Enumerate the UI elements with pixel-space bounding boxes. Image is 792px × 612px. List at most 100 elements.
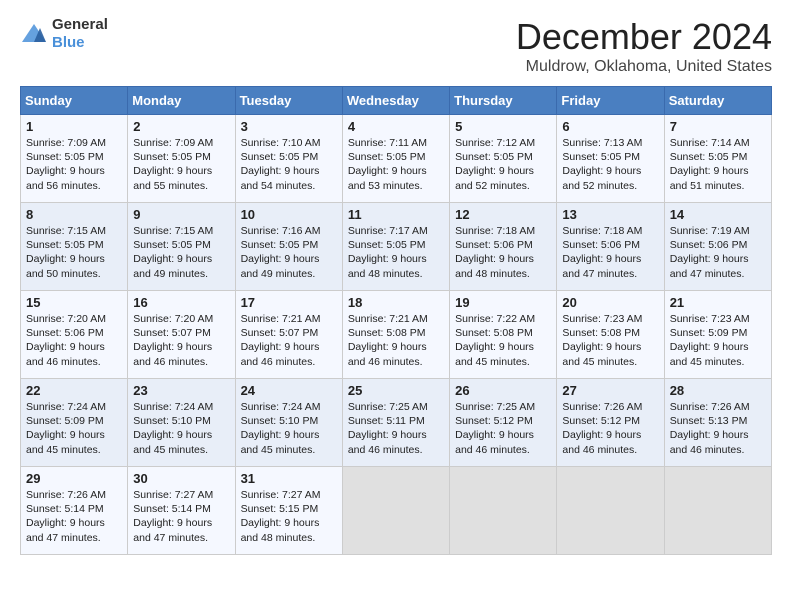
day-cell: 19Sunrise: 7:22 AMSunset: 5:08 PMDayligh… <box>450 291 557 379</box>
week-row-4: 22Sunrise: 7:24 AMSunset: 5:09 PMDayligh… <box>21 379 772 467</box>
day-info: Daylight: 9 hours and 46 minutes. <box>133 340 229 368</box>
day-info: Sunset: 5:05 PM <box>241 150 337 164</box>
header-row: SundayMondayTuesdayWednesdayThursdayFrid… <box>21 87 772 115</box>
day-info: Daylight: 9 hours and 48 minutes. <box>348 252 444 280</box>
day-number: 17 <box>241 295 337 310</box>
day-cell: 13Sunrise: 7:18 AMSunset: 5:06 PMDayligh… <box>557 203 664 291</box>
day-info: Daylight: 9 hours and 51 minutes. <box>670 164 766 192</box>
col-header-saturday: Saturday <box>664 87 771 115</box>
day-info: Sunrise: 7:13 AM <box>562 136 658 150</box>
day-info: Daylight: 9 hours and 53 minutes. <box>348 164 444 192</box>
day-number: 30 <box>133 471 229 486</box>
col-header-sunday: Sunday <box>21 87 128 115</box>
day-number: 24 <box>241 383 337 398</box>
day-number: 21 <box>670 295 766 310</box>
day-info: Sunrise: 7:17 AM <box>348 224 444 238</box>
day-info: Sunrise: 7:24 AM <box>241 400 337 414</box>
day-info: Sunset: 5:05 PM <box>241 238 337 252</box>
day-info: Sunset: 5:14 PM <box>133 502 229 516</box>
day-number: 27 <box>562 383 658 398</box>
day-info: Sunrise: 7:09 AM <box>26 136 122 150</box>
day-info: Daylight: 9 hours and 48 minutes. <box>455 252 551 280</box>
day-cell: 29Sunrise: 7:26 AMSunset: 5:14 PMDayligh… <box>21 467 128 555</box>
day-cell: 18Sunrise: 7:21 AMSunset: 5:08 PMDayligh… <box>342 291 449 379</box>
day-info: Sunrise: 7:10 AM <box>241 136 337 150</box>
day-number: 22 <box>26 383 122 398</box>
day-cell: 2Sunrise: 7:09 AMSunset: 5:05 PMDaylight… <box>128 115 235 203</box>
day-info: Sunrise: 7:24 AM <box>133 400 229 414</box>
day-info: Sunrise: 7:15 AM <box>26 224 122 238</box>
day-cell <box>342 467 449 555</box>
day-number: 7 <box>670 119 766 134</box>
logo-text: General Blue <box>52 16 108 52</box>
day-number: 5 <box>455 119 551 134</box>
day-number: 19 <box>455 295 551 310</box>
day-number: 29 <box>26 471 122 486</box>
header: General Blue December 2024 Muldrow, Okla… <box>20 16 772 76</box>
day-info: Sunrise: 7:25 AM <box>455 400 551 414</box>
day-info: Sunrise: 7:16 AM <box>241 224 337 238</box>
day-info: Sunrise: 7:23 AM <box>670 312 766 326</box>
logo-blue: Blue <box>52 34 85 51</box>
day-info: Sunset: 5:11 PM <box>348 414 444 428</box>
day-info: Sunset: 5:08 PM <box>348 326 444 340</box>
day-info: Daylight: 9 hours and 45 minutes. <box>562 340 658 368</box>
day-info: Daylight: 9 hours and 46 minutes. <box>348 428 444 456</box>
day-cell: 28Sunrise: 7:26 AMSunset: 5:13 PMDayligh… <box>664 379 771 467</box>
day-info: Sunset: 5:07 PM <box>133 326 229 340</box>
day-cell: 26Sunrise: 7:25 AMSunset: 5:12 PMDayligh… <box>450 379 557 467</box>
logo: General Blue <box>20 16 108 52</box>
day-info: Sunset: 5:05 PM <box>133 150 229 164</box>
day-number: 28 <box>670 383 766 398</box>
logo-general: General <box>52 16 108 33</box>
day-info: Daylight: 9 hours and 55 minutes. <box>133 164 229 192</box>
col-header-wednesday: Wednesday <box>342 87 449 115</box>
day-info: Sunrise: 7:21 AM <box>348 312 444 326</box>
day-info: Sunrise: 7:26 AM <box>670 400 766 414</box>
day-info: Daylight: 9 hours and 45 minutes. <box>133 428 229 456</box>
day-number: 10 <box>241 207 337 222</box>
day-info: Daylight: 9 hours and 45 minutes. <box>670 340 766 368</box>
day-info: Sunrise: 7:11 AM <box>348 136 444 150</box>
day-info: Daylight: 9 hours and 52 minutes. <box>455 164 551 192</box>
day-cell: 8Sunrise: 7:15 AMSunset: 5:05 PMDaylight… <box>21 203 128 291</box>
day-info: Sunset: 5:06 PM <box>670 238 766 252</box>
day-info: Daylight: 9 hours and 46 minutes. <box>562 428 658 456</box>
day-number: 4 <box>348 119 444 134</box>
day-info: Daylight: 9 hours and 47 minutes. <box>562 252 658 280</box>
day-info: Sunset: 5:09 PM <box>26 414 122 428</box>
day-number: 20 <box>562 295 658 310</box>
day-cell: 12Sunrise: 7:18 AMSunset: 5:06 PMDayligh… <box>450 203 557 291</box>
day-info: Sunrise: 7:25 AM <box>348 400 444 414</box>
day-info: Daylight: 9 hours and 54 minutes. <box>241 164 337 192</box>
day-number: 13 <box>562 207 658 222</box>
day-info: Sunrise: 7:24 AM <box>26 400 122 414</box>
day-info: Sunset: 5:08 PM <box>562 326 658 340</box>
day-cell: 17Sunrise: 7:21 AMSunset: 5:07 PMDayligh… <box>235 291 342 379</box>
day-info: Daylight: 9 hours and 49 minutes. <box>241 252 337 280</box>
day-info: Sunset: 5:12 PM <box>455 414 551 428</box>
day-cell: 11Sunrise: 7:17 AMSunset: 5:05 PMDayligh… <box>342 203 449 291</box>
day-info: Daylight: 9 hours and 46 minutes. <box>670 428 766 456</box>
day-info: Sunrise: 7:21 AM <box>241 312 337 326</box>
day-info: Sunset: 5:10 PM <box>241 414 337 428</box>
day-info: Sunset: 5:06 PM <box>26 326 122 340</box>
day-info: Sunrise: 7:26 AM <box>562 400 658 414</box>
week-row-2: 8Sunrise: 7:15 AMSunset: 5:05 PMDaylight… <box>21 203 772 291</box>
day-info: Sunrise: 7:18 AM <box>562 224 658 238</box>
week-row-5: 29Sunrise: 7:26 AMSunset: 5:14 PMDayligh… <box>21 467 772 555</box>
day-number: 9 <box>133 207 229 222</box>
col-header-thursday: Thursday <box>450 87 557 115</box>
day-info: Sunrise: 7:12 AM <box>455 136 551 150</box>
day-number: 2 <box>133 119 229 134</box>
day-cell: 5Sunrise: 7:12 AMSunset: 5:05 PMDaylight… <box>450 115 557 203</box>
day-info: Sunrise: 7:19 AM <box>670 224 766 238</box>
day-info: Sunset: 5:05 PM <box>562 150 658 164</box>
day-cell: 15Sunrise: 7:20 AMSunset: 5:06 PMDayligh… <box>21 291 128 379</box>
day-info: Sunset: 5:07 PM <box>241 326 337 340</box>
col-header-tuesday: Tuesday <box>235 87 342 115</box>
day-cell: 14Sunrise: 7:19 AMSunset: 5:06 PMDayligh… <box>664 203 771 291</box>
day-info: Daylight: 9 hours and 47 minutes. <box>133 516 229 544</box>
day-number: 6 <box>562 119 658 134</box>
day-cell: 20Sunrise: 7:23 AMSunset: 5:08 PMDayligh… <box>557 291 664 379</box>
